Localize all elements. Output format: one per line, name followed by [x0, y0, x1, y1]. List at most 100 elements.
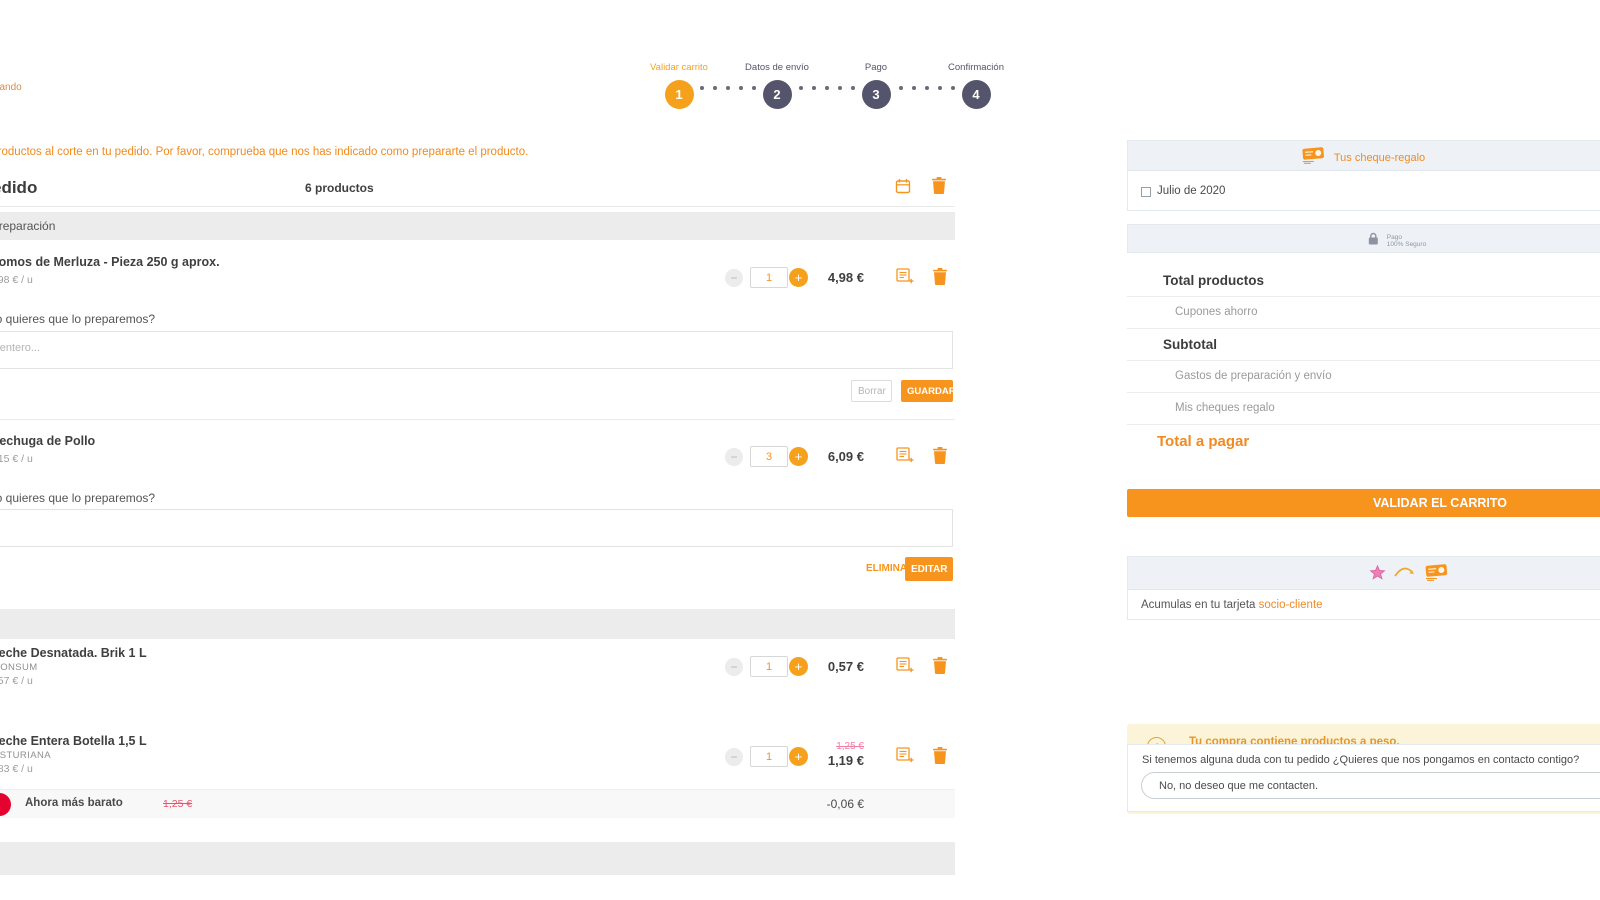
trash-icon: [932, 182, 946, 197]
summary-row-total-productos: Total productos: [1127, 265, 1600, 297]
summary-row-cheques: Mis cheques regalo: [1127, 393, 1600, 425]
product-price: 0,57 €: [820, 659, 864, 674]
product-unit-price: 0,83 € / u: [0, 763, 33, 775]
step-circle-3[interactable]: 3: [862, 80, 891, 109]
contact-select[interactable]: No, no deseo que me contacten.: [1141, 772, 1600, 799]
trash-icon: [933, 662, 947, 677]
star-icon: [1369, 565, 1386, 586]
step-dots: [799, 86, 855, 90]
quantity-increase-button[interactable]: +: [789, 268, 808, 287]
gift-cheques-header: Tus cheque-regalo: [1128, 141, 1600, 171]
trash-icon: [933, 452, 947, 467]
secure-line-2: 100% Seguro: [1387, 241, 1426, 248]
remove-product-button[interactable]: [933, 447, 947, 467]
delivery-date-button[interactable]: [895, 178, 911, 197]
cut-products-warning: Tienes productos al corte en tu pedido. …: [0, 146, 528, 158]
section-header-preparation: Elige preparación: [0, 212, 955, 240]
trash-icon: [933, 273, 947, 288]
gift-cheques-panel: Tus cheque-regalo Julio de 2020: [1127, 140, 1600, 211]
product-brand: CONSUM: [0, 662, 38, 673]
secure-line-1: Pago: [1387, 234, 1426, 241]
cheque-icon: [1301, 147, 1326, 169]
cheque-icon: [1424, 564, 1449, 586]
quantity-decrease-button[interactable]: −: [725, 658, 743, 676]
cart-title: Mi pedido: [0, 178, 37, 198]
empty-cart-button[interactable]: [932, 177, 946, 197]
quantity-input[interactable]: [750, 267, 788, 288]
loyalty-header: [1128, 557, 1600, 590]
product-name: Pechuga de Pollo: [0, 434, 95, 448]
quantity-decrease-button[interactable]: −: [725, 748, 743, 766]
validate-cart-label: VALIDAR EL CARRITO: [1373, 496, 1507, 510]
product-price: 4,98 €: [820, 270, 864, 285]
add-note-button[interactable]: [896, 747, 914, 766]
add-note-button[interactable]: [896, 657, 914, 676]
loyalty-panel: Acumulas en tu tarjeta socio-cliente: [1127, 556, 1600, 620]
quantity-increase-button[interactable]: +: [789, 747, 808, 766]
remove-product-button[interactable]: [933, 657, 947, 677]
save-note-button[interactable]: GUARDAR: [901, 380, 953, 402]
totals-block: Total productos Cupones ahorro Subtotal …: [1127, 265, 1600, 459]
curved-arrow-icon: [1394, 566, 1416, 584]
edit-note-button[interactable]: EDITAR: [905, 557, 953, 581]
cheque-row: Julio de 2020: [1128, 171, 1600, 212]
product-unit-price: 0,57 € / u: [0, 675, 33, 687]
add-note-button[interactable]: [896, 268, 914, 287]
summary-row-cupones: Cupones ahorro: [1127, 297, 1600, 329]
secure-payment-text: Pago 100% Seguro: [1387, 234, 1426, 248]
total-to-pay-label: Total a pagar: [1127, 425, 1600, 459]
trash-icon: [933, 752, 947, 767]
validate-cart-button[interactable]: VALIDAR EL CARRITO: [1127, 489, 1600, 517]
quantity-decrease-button[interactable]: −: [725, 448, 743, 466]
contact-box: Si tenemos alguna duda con tu pedido ¿Qu…: [1127, 744, 1600, 812]
discount-badge-icon: [0, 793, 11, 816]
prep-question-label: ¿Cómo quieres que lo preparemos?: [0, 491, 155, 505]
product-price: 6,09 €: [820, 449, 864, 464]
quantity-increase-button[interactable]: +: [789, 447, 808, 466]
product-old-price: 1,25 €: [820, 741, 864, 752]
product-unit-price: 4,98 € / u: [0, 274, 33, 286]
prep-question-label: ¿Cómo quieres que lo preparemos?: [0, 312, 155, 326]
prep-textarea[interactable]: [0, 331, 953, 369]
clear-note-button[interactable]: Borrar: [851, 380, 892, 402]
step-circle-4[interactable]: 4: [962, 80, 991, 109]
quantity-input[interactable]: [750, 446, 788, 467]
remove-product-button[interactable]: [933, 268, 947, 288]
summary-row-subtotal: Subtotal: [1127, 329, 1600, 361]
loyalty-prefix: Acumulas en tu tarjeta: [1141, 599, 1259, 611]
step-circle-1[interactable]: 1: [665, 80, 694, 109]
quantity-input[interactable]: [750, 656, 788, 677]
loyalty-row: Acumulas en tu tarjeta socio-cliente: [1128, 590, 1600, 622]
bottom-section-bar: [0, 842, 955, 875]
gift-cheques-title: Tus cheque-regalo: [1334, 152, 1425, 164]
product-name: Lomos de Merluza - Pieza 250 g aprox.: [0, 255, 220, 269]
product-count: 6 productos: [305, 181, 374, 195]
cheque-month-label: Julio de 2020: [1157, 185, 1225, 197]
section-divider-bar: [0, 609, 955, 639]
cheque-checkbox[interactable]: [1141, 187, 1151, 197]
product-name: Leche Entera Botella 1,5 L: [0, 734, 147, 748]
loyalty-text: Acumulas en tu tarjeta socio-cliente: [1141, 599, 1323, 611]
product-brand: ASTURIANA: [0, 750, 51, 761]
lock-icon: [1368, 232, 1379, 250]
calendar-icon: [895, 182, 911, 197]
cart-page: { "icons": {"plus": "+", "minus": "−", "…: [0, 0, 1600, 900]
prep-textarea[interactable]: [0, 509, 953, 547]
contact-question: Si tenemos alguna duda con tu pedido ¿Qu…: [1142, 754, 1579, 766]
step-label: Confirmación: [916, 62, 1036, 73]
note-icon: [896, 661, 914, 676]
note-icon: [896, 272, 914, 287]
remove-product-button[interactable]: [933, 747, 947, 767]
note-icon: [896, 751, 914, 766]
step-dots: [700, 86, 756, 90]
loyalty-link[interactable]: socio-cliente: [1259, 599, 1323, 611]
product-price: 1,19 €: [820, 753, 864, 768]
section-label: Elige preparación: [0, 219, 55, 233]
add-note-button[interactable]: [896, 447, 914, 466]
back-link[interactable]: Seguir comprando: [0, 82, 22, 93]
quantity-increase-button[interactable]: +: [789, 657, 808, 676]
quantity-decrease-button[interactable]: −: [725, 269, 743, 287]
product-unit-price: 2,15 € / u: [0, 453, 33, 465]
quantity-input[interactable]: [750, 746, 788, 767]
step-circle-2[interactable]: 2: [763, 80, 792, 109]
